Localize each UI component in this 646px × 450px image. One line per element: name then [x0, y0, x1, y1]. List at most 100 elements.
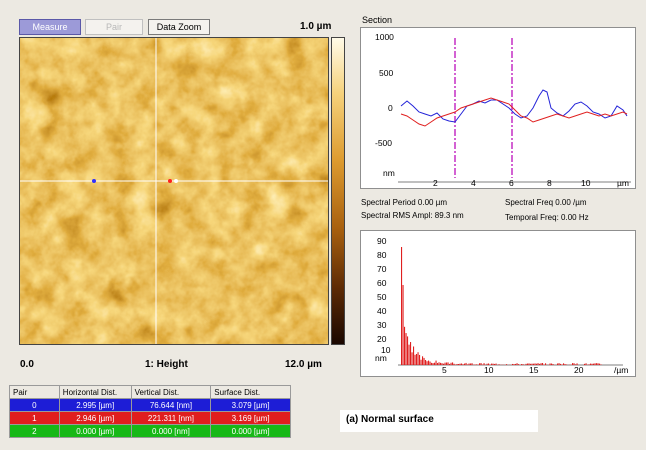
section-y-tick: -500	[375, 138, 392, 148]
spectrum-bar	[534, 363, 536, 365]
spectrum-bar	[560, 363, 562, 365]
table-cell: 221.311 [nm]	[130, 411, 212, 425]
section-x-tick: 10	[581, 178, 591, 188]
spectrum-bar	[417, 352, 419, 365]
section-profile-plot[interactable]: 1000 500 0 -500 nm 2 4 6 8 10 µm	[360, 27, 636, 189]
marker-red-icon[interactable]	[168, 179, 172, 183]
table-row[interactable]: 2 0.000 [µm] 0.000 [nm] 0.000 [µm]	[9, 424, 291, 438]
section-y-tick: 0	[388, 103, 393, 113]
section-x-tick: 2	[433, 178, 438, 188]
col-header-surface[interactable]: Surface Dist.	[210, 385, 291, 399]
figure-caption: (a) Normal surface	[340, 410, 538, 432]
spectrum-bar	[452, 362, 454, 365]
spectrum-bar	[474, 364, 476, 365]
spectral-period-readout: Spectral Period 0.00 µm	[361, 198, 447, 207]
spectrum-bar	[422, 356, 424, 365]
marker-blue-icon[interactable]	[92, 179, 96, 183]
table-row[interactable]: 1 2.946 [µm] 221.311 [nm] 3.169 [µm]	[9, 411, 291, 425]
spectrum-y-tick: 70	[377, 264, 387, 274]
spectrum-bar	[432, 363, 434, 365]
spectrum-bar	[440, 362, 442, 365]
spectrum-bar	[572, 363, 574, 365]
spectrum-x-tick: 5	[442, 365, 447, 375]
spectrum-bar	[495, 363, 497, 365]
spectrum-bar	[401, 247, 403, 365]
afm-height-image[interactable]	[19, 37, 329, 345]
spectrum-bar	[513, 364, 515, 365]
spectrum-bar	[413, 346, 415, 365]
spectrum-bar	[552, 364, 554, 365]
spectrum-chart-svg: 90 80 70 60 50 40 30 20 10 nm 5 10 15 20…	[375, 236, 628, 375]
spectrum-y-tick: 50	[377, 292, 387, 302]
spectrum-bar	[521, 364, 523, 365]
section-chart-svg: 1000 500 0 -500 nm 2 4 6 8 10 µm	[375, 32, 631, 188]
spectrum-bar	[449, 363, 451, 365]
spectrum-bar	[456, 363, 458, 365]
spectrum-bar	[423, 357, 425, 365]
table-cell: 2	[9, 424, 60, 438]
marker-white-icon[interactable]	[174, 179, 178, 183]
spectrum-bar	[434, 362, 436, 365]
spectrum-bar	[486, 363, 488, 365]
table-cell: 76.644 [nm]	[130, 398, 212, 412]
spectrum-bar	[539, 363, 541, 365]
spectrum-bar	[411, 352, 413, 365]
spectrum-bar	[522, 364, 524, 365]
spectrum-bar	[465, 362, 467, 365]
spectrum-bar	[431, 362, 433, 365]
temporal-freq-readout: Temporal Freq: 0.00 Hz	[505, 213, 589, 222]
spectrum-bar	[600, 364, 602, 365]
spectrum-bar	[464, 363, 466, 365]
spectrum-bar	[468, 363, 470, 365]
section-x-tick: 8	[547, 178, 552, 188]
measurement-table: Pair Horizontal Dist. Vertical Dist. Sur…	[9, 385, 291, 438]
spectrum-plot[interactable]: 90 80 70 60 50 40 30 20 10 nm 5 10 15 20…	[360, 230, 636, 377]
pair-button[interactable]: Pair	[85, 19, 143, 35]
col-header-horizontal[interactable]: Horizontal Dist.	[58, 385, 132, 399]
spectrum-bar	[444, 362, 446, 365]
spectrum-bar	[530, 363, 532, 365]
spectrum-bar	[545, 363, 547, 365]
spectrum-x-tick: /µm	[614, 365, 628, 375]
spectrum-bar	[597, 363, 599, 365]
spectrum-bar	[537, 363, 539, 365]
spectrum-bar	[404, 326, 406, 365]
spectrum-bar	[435, 360, 437, 365]
spectrum-bar	[588, 364, 590, 365]
spectrum-bar	[593, 363, 595, 365]
spectrum-x-tick: 15	[529, 365, 539, 375]
col-header-pair[interactable]: Pair	[9, 385, 60, 399]
spectrum-bar	[450, 362, 452, 365]
table-cell: 2.946 [µm]	[58, 411, 132, 425]
spectrum-bar	[461, 363, 463, 365]
spectrum-bar	[563, 363, 565, 365]
image-x-start: 0.0	[20, 359, 34, 370]
data-zoom-button[interactable]: Data Zoom	[148, 19, 210, 35]
channel-label: 1: Height	[145, 359, 188, 370]
spectrum-bar	[540, 363, 542, 365]
table-row[interactable]: 0 2.995 [µm] 76.644 [nm] 3.079 [µm]	[9, 398, 291, 412]
spectrum-bar	[596, 363, 598, 365]
spectrum-bar	[471, 363, 473, 365]
spectrum-bar	[591, 363, 593, 365]
spectrum-bar	[426, 361, 428, 365]
spectrum-bar	[483, 363, 485, 365]
spectrum-y-tick: 40	[377, 306, 387, 316]
table-cell: 3.079 [µm]	[210, 398, 291, 412]
spectrum-bar	[425, 360, 427, 365]
section-y-tick: 500	[379, 68, 393, 78]
spectrum-bar	[512, 363, 514, 365]
col-header-vertical[interactable]: Vertical Dist.	[130, 385, 212, 399]
spectrum-bar	[531, 363, 533, 365]
image-x-end: 12.0 µm	[285, 359, 322, 370]
measure-button[interactable]: Measure	[19, 19, 81, 35]
spectrum-y-tick: 20	[377, 334, 387, 344]
spectrum-bar	[419, 354, 421, 365]
spectrum-bar	[480, 363, 482, 365]
spectrum-bar	[584, 363, 586, 365]
table-cell: 3.169 [µm]	[210, 411, 291, 425]
spectrum-bar	[506, 364, 508, 365]
section-title: Section	[362, 15, 393, 25]
spectrum-bar	[467, 364, 469, 365]
spectrum-bar	[482, 364, 484, 365]
